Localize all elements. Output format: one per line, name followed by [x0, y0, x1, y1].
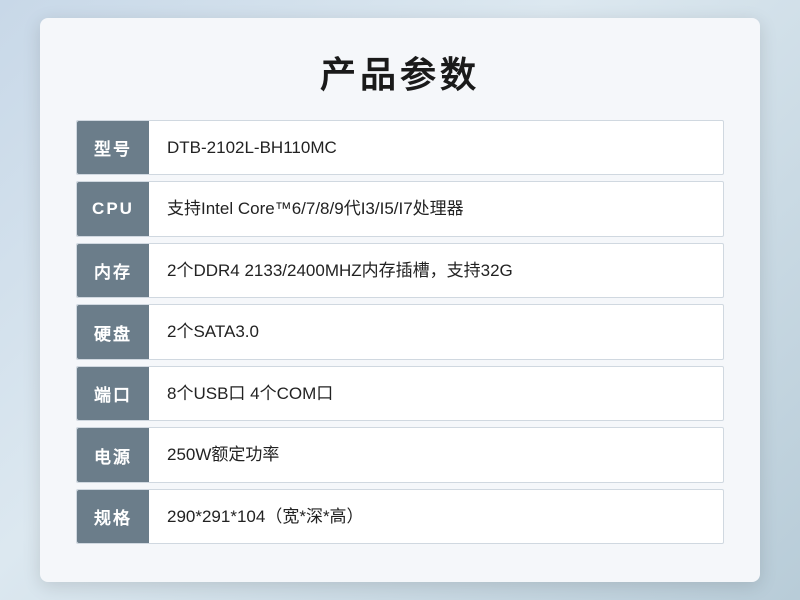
spec-value-电源: 250W额定功率: [149, 428, 723, 482]
page-title: 产品参数: [76, 46, 724, 98]
product-spec-card: 产品参数 型号DTB-2102L-BH110MCCPU支持Intel Core™…: [40, 18, 760, 583]
spec-value-端口: 8个USB口 4个COM口: [149, 367, 723, 421]
spec-label-型号: 型号: [77, 121, 149, 175]
spec-value-内存: 2个DDR4 2133/2400MHZ内存插槽，支持32G: [149, 244, 723, 298]
spec-value-硬盘: 2个SATA3.0: [149, 305, 723, 359]
spec-label-硬盘: 硬盘: [77, 305, 149, 359]
spec-row: 规格290*291*104（宽*深*高）: [76, 489, 724, 545]
spec-value-规格: 290*291*104（宽*深*高）: [149, 490, 723, 544]
spec-row: 硬盘2个SATA3.0: [76, 304, 724, 360]
spec-row: 型号DTB-2102L-BH110MC: [76, 120, 724, 176]
spec-row: 端口8个USB口 4个COM口: [76, 366, 724, 422]
spec-label-规格: 规格: [77, 490, 149, 544]
spec-row: 电源250W额定功率: [76, 427, 724, 483]
spec-value-型号: DTB-2102L-BH110MC: [149, 121, 723, 175]
spec-row: 内存2个DDR4 2133/2400MHZ内存插槽，支持32G: [76, 243, 724, 299]
spec-label-端口: 端口: [77, 367, 149, 421]
spec-table: 型号DTB-2102L-BH110MCCPU支持Intel Core™6/7/8…: [76, 120, 724, 545]
spec-value-CPU: 支持Intel Core™6/7/8/9代I3/I5/I7处理器: [149, 182, 723, 236]
spec-label-内存: 内存: [77, 244, 149, 298]
spec-label-CPU: CPU: [77, 182, 149, 236]
spec-row: CPU支持Intel Core™6/7/8/9代I3/I5/I7处理器: [76, 181, 724, 237]
spec-label-电源: 电源: [77, 428, 149, 482]
